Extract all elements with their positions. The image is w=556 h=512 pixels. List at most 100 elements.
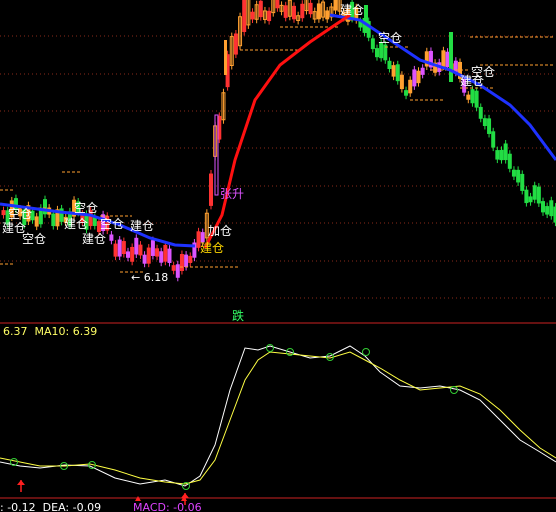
candle — [466, 94, 471, 100]
candle — [308, 2, 313, 15]
candle — [474, 90, 479, 108]
candle — [34, 216, 39, 227]
candle — [441, 50, 446, 67]
macd-readout: : -0.12 DEA: -0.09 — [0, 501, 101, 512]
candle — [325, 10, 330, 20]
low-price-marker: ← 6.18 — [131, 271, 168, 284]
candle — [117, 239, 122, 257]
candle — [267, 10, 272, 22]
candle — [92, 217, 97, 226]
candle — [250, 11, 255, 20]
marker-circle — [450, 386, 458, 394]
candle — [43, 199, 47, 215]
candle — [503, 143, 508, 161]
indicator-panel — [0, 344, 556, 505]
candle — [258, 0, 263, 18]
up-arrow-head — [17, 480, 25, 485]
candle — [138, 244, 143, 256]
candle — [395, 64, 400, 82]
candle — [142, 254, 147, 264]
candle — [275, 0, 280, 9]
candle — [532, 185, 537, 200]
fall-label: 跌 — [232, 308, 244, 323]
candle — [109, 234, 114, 241]
candle — [184, 254, 189, 268]
candle — [495, 150, 500, 160]
candle — [155, 248, 160, 257]
candle — [536, 186, 541, 204]
signal-label: 建仓 — [460, 74, 484, 88]
candle — [387, 60, 392, 70]
candle — [146, 247, 151, 264]
candle — [408, 79, 413, 94]
signal-label: 空仓 — [22, 232, 46, 246]
candle — [445, 51, 450, 68]
candle — [487, 118, 492, 134]
candle — [482, 118, 487, 127]
candle — [209, 173, 213, 206]
candle — [130, 246, 135, 262]
candle — [491, 131, 496, 148]
candle — [364, 5, 368, 33]
signal-label: 空仓 — [74, 201, 98, 215]
candle — [375, 48, 379, 58]
candle — [420, 67, 425, 75]
candle — [163, 244, 168, 262]
macd-label: MACD: -0.06 — [133, 501, 202, 512]
candle — [412, 69, 417, 87]
marker-circle — [362, 348, 370, 356]
candle — [520, 173, 525, 191]
signal-label: 建仓 — [340, 3, 364, 17]
candle — [545, 206, 550, 215]
candle — [399, 74, 404, 90]
candle — [283, 5, 288, 18]
candle — [188, 255, 193, 263]
candle — [171, 265, 176, 271]
candle — [150, 240, 155, 256]
candle — [242, 0, 247, 32]
candle — [51, 213, 56, 227]
signal-label: 建仓 — [64, 217, 88, 231]
candle — [524, 189, 529, 204]
candle — [113, 243, 118, 257]
up-arrow-head — [181, 493, 189, 498]
candle — [134, 237, 139, 255]
candle — [159, 251, 164, 263]
candle — [1, 210, 6, 216]
oscillator-line-yellow — [0, 351, 556, 485]
signal-label: 空仓 — [100, 217, 124, 231]
candle — [167, 248, 172, 263]
candle — [478, 106, 483, 119]
candle — [179, 254, 184, 272]
candle — [300, 3, 305, 19]
candle — [499, 149, 504, 161]
candle — [391, 65, 396, 77]
ma-readout: 6.37 MA10: 6.39 — [3, 325, 97, 338]
candle — [511, 169, 516, 177]
signal-labels: 空仓建仓空仓建仓 空仓建仓空仓建仓 加仓建仓建仓空仓空仓建仓张升 — [2, 3, 495, 255]
candle — [549, 200, 554, 217]
signal-label: 张升 — [220, 187, 244, 201]
candle — [121, 241, 126, 255]
candle — [541, 201, 545, 213]
signal-label: 建仓 — [200, 241, 224, 255]
candle — [126, 251, 130, 258]
candle — [516, 169, 521, 183]
candle — [453, 60, 458, 73]
candle — [404, 90, 409, 96]
candle — [292, 5, 296, 20]
signal-label: 建仓 — [130, 219, 154, 233]
signal-label: 建仓 — [82, 232, 106, 246]
candle — [470, 89, 475, 104]
signal-label: 空仓 — [378, 31, 402, 45]
candle — [333, 0, 338, 11]
candle — [316, 3, 321, 20]
candle — [175, 264, 180, 278]
candle — [528, 196, 533, 203]
signal-label: 空仓 — [8, 207, 32, 221]
candle — [416, 70, 421, 84]
candle — [224, 40, 227, 75]
signal-label: 加仓 — [208, 224, 232, 238]
candle — [233, 33, 238, 55]
candle — [449, 32, 453, 82]
